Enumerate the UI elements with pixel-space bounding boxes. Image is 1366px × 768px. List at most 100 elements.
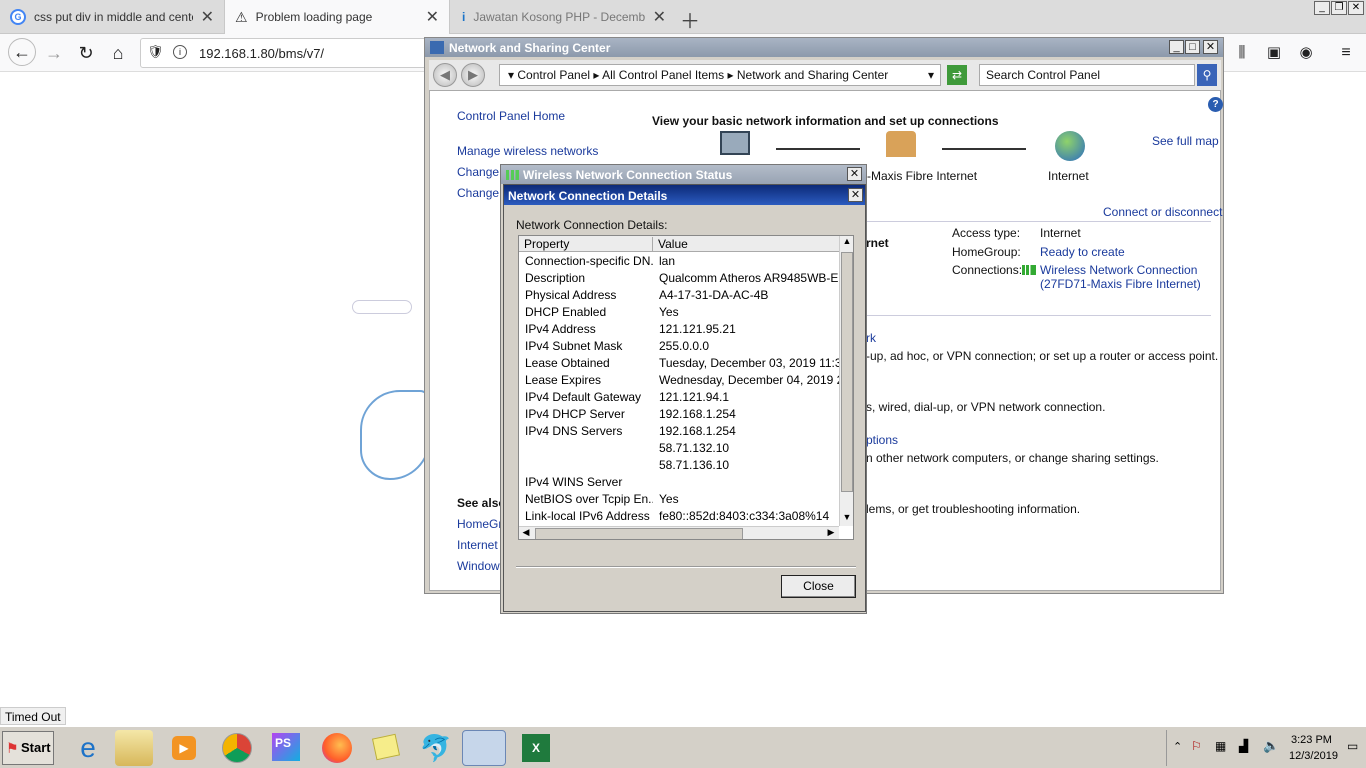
tab-jawatan[interactable]: i Jawatan Kosong PHP - December ✕	[452, 0, 676, 34]
close-button[interactable]: Close	[781, 575, 856, 598]
tab-css-question[interactable]: G css put div in middle and center of ✕	[0, 0, 224, 34]
wifi-tray-icon[interactable]: ▟	[1239, 739, 1248, 753]
table-row[interactable]: IPv4 DNS Servers 192.168.1.254	[519, 424, 839, 441]
menu-icon[interactable]: ≡	[1334, 42, 1358, 64]
table-row[interactable]: IPv4 Default Gateway 121.121.94.1	[519, 390, 839, 407]
breadcrumb[interactable]: ▾ Control Panel ▸ All Control Panel Item…	[499, 64, 941, 86]
restore-window-icon[interactable]: ❐	[1331, 1, 1347, 15]
home-icon[interactable]: ⌂	[106, 42, 130, 64]
column-header-property[interactable]: Property	[519, 237, 653, 252]
table-row[interactable]: DHCP Enabled Yes	[519, 305, 839, 322]
close-tab-icon[interactable]: ✕	[653, 7, 666, 27]
details-list[interactable]: Property Value Connection-specific DN...…	[518, 235, 854, 540]
table-row[interactable]: 58.71.132.10	[519, 441, 839, 458]
sidebar-manage-wireless[interactable]: Manage wireless networks	[457, 144, 598, 158]
scroll-up-icon[interactable]: ▲	[840, 236, 853, 250]
dropdown-icon[interactable]: ▾	[928, 68, 934, 82]
new-tab-icon[interactable]: ＋	[680, 5, 700, 34]
scroll-left-icon[interactable]: ◀	[519, 527, 533, 539]
volume-icon[interactable]: 🔈	[1263, 738, 1279, 754]
device-icon[interactable]: ▦	[1215, 739, 1226, 753]
sidebar-control-panel-home[interactable]: Control Panel Home	[457, 109, 565, 123]
account-icon[interactable]: ◉	[1294, 42, 1318, 64]
phpstorm-icon[interactable]: PS	[264, 730, 308, 766]
forward-icon[interactable]: →	[42, 42, 66, 64]
minimize-icon[interactable]: _	[1169, 40, 1184, 54]
media-player-icon[interactable]: ▶	[162, 730, 206, 766]
taskbar: ⚑ Start e ▶ PS 🐬 X ⌃ ⚐ ▦ ▟ 🔈 3:23 PM 12/…	[0, 726, 1366, 768]
scrollbar-thumb[interactable]	[535, 528, 743, 539]
tracking-shield-icon[interactable]: 🛡	[147, 44, 164, 60]
chrome-icon[interactable]	[214, 730, 258, 766]
network-control-panel-icon[interactable]	[462, 730, 506, 766]
close-icon[interactable]: ✕	[847, 167, 862, 181]
sidebar-icon[interactable]: ▣	[1262, 42, 1286, 64]
reload-icon[interactable]: ↻	[74, 42, 98, 64]
table-row[interactable]: IPv4 Subnet Mask 255.0.0.0	[519, 339, 839, 356]
homegroup-label: HomeGroup:	[952, 245, 1021, 259]
show-hidden-icons[interactable]: ⌃	[1173, 740, 1182, 753]
column-header-value[interactable]: Value	[653, 237, 839, 252]
clock-date[interactable]: 12/3/2019	[1289, 750, 1338, 762]
refresh-icon[interactable]: ⇄	[947, 65, 967, 85]
file-explorer-icon[interactable]	[115, 730, 153, 766]
dolphin-icon[interactable]: 🐬	[414, 730, 458, 766]
table-row[interactable]: 58.71.136.10	[519, 458, 839, 475]
table-row[interactable]: Description Qualcomm Atheros AR9485WB-EG …	[519, 271, 839, 288]
table-row[interactable]: Lease Expires Wednesday, December 04, 201…	[519, 373, 839, 390]
maximize-icon[interactable]: □	[1185, 40, 1200, 54]
back-icon[interactable]: ←	[8, 38, 36, 66]
table-row[interactable]: Lease Obtained Tuesday, December 03, 2019…	[519, 356, 839, 373]
close-tab-icon[interactable]: ✕	[201, 7, 214, 27]
library-icon[interactable]: ⫼	[1230, 42, 1254, 64]
see-full-map-link[interactable]: See full map	[1152, 134, 1219, 148]
breadcrumb-item[interactable]: Control Panel	[517, 68, 590, 82]
homegroup-link[interactable]: Ready to create	[1040, 245, 1125, 259]
scrollbar-thumb[interactable]	[841, 252, 853, 492]
internet-explorer-icon[interactable]: e	[66, 730, 110, 766]
table-row[interactable]: Link-local IPv6 Address fe80::852d:8403:c…	[519, 509, 839, 526]
help-icon[interactable]: ?	[1208, 97, 1223, 112]
start-button[interactable]: ⚑ Start	[2, 731, 54, 765]
search-icon[interactable]: ⚲	[1197, 64, 1217, 86]
wifi-signal-icon	[1022, 265, 1036, 275]
task-homegroup-link[interactable]: ptions	[866, 433, 898, 447]
vertical-scrollbar[interactable]: ▲ ▼	[839, 236, 853, 526]
table-row[interactable]: Connection-specific DN... lan	[519, 254, 839, 271]
see-also-heading: See also	[457, 496, 506, 510]
access-type-label: Access type:	[952, 226, 1021, 240]
minimize-window-icon[interactable]: _	[1314, 1, 1330, 15]
sticky-notes-icon[interactable]	[364, 730, 408, 766]
see-also-internet-options[interactable]: Internet	[457, 538, 498, 552]
task-setup-link[interactable]: rk	[866, 331, 876, 345]
table-row[interactable]: Physical Address A4-17-31-DA-AC-4B	[519, 288, 839, 305]
table-row[interactable]: IPv4 Address 121.121.95.21	[519, 322, 839, 339]
url-bar[interactable]: 🛡 i 192.168.1.80/bms/v7/	[140, 38, 430, 68]
table-row[interactable]: NetBIOS over Tcpip En... Yes	[519, 492, 839, 509]
show-desktop-icon[interactable]: ▭	[1347, 739, 1358, 753]
horizontal-scrollbar[interactable]: ◀ ▶	[519, 526, 839, 539]
wireless-ssid-link[interactable]: (27FD71-Maxis Fibre Internet)	[1040, 277, 1201, 291]
close-icon[interactable]: ✕	[1203, 40, 1218, 54]
breadcrumb-item[interactable]: All Control Panel Items	[602, 68, 724, 82]
table-row[interactable]: IPv4 DHCP Server 192.168.1.254	[519, 407, 839, 424]
close-window-icon[interactable]: ✕	[1348, 1, 1364, 15]
breadcrumb-item[interactable]: Network and Sharing Center	[737, 68, 888, 82]
close-icon[interactable]: ✕	[848, 188, 863, 202]
scroll-right-icon[interactable]: ▶	[824, 527, 838, 539]
clock-time[interactable]: 3:23 PM	[1291, 734, 1332, 746]
search-input[interactable]: Search Control Panel	[979, 64, 1195, 86]
tab-problem-loading[interactable]: ⚠ Problem loading page ✕	[224, 0, 450, 34]
excel-icon[interactable]: X	[512, 730, 556, 766]
connect-disconnect-link[interactable]: Connect or disconnect	[1103, 205, 1222, 219]
wireless-connection-link[interactable]: Wireless Network Connection	[1040, 263, 1197, 277]
info-icon[interactable]: i	[173, 45, 187, 59]
close-tab-icon[interactable]: ✕	[426, 7, 439, 27]
back-icon[interactable]: ◀	[433, 63, 457, 87]
scroll-down-icon[interactable]: ▼	[840, 512, 853, 526]
see-also-windows-firewall[interactable]: Windows	[457, 559, 506, 573]
action-center-icon[interactable]: ⚐	[1191, 739, 1202, 753]
forward-icon[interactable]: ▶	[461, 63, 485, 87]
firefox-icon[interactable]	[314, 730, 358, 766]
table-row[interactable]: IPv4 WINS Server	[519, 475, 839, 492]
